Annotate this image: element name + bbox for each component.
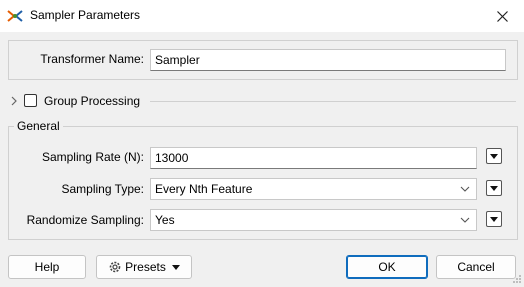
cancel-button-label: Cancel [457,260,495,274]
transformer-name-input[interactable]: Sampler [150,49,506,71]
sampler-icon [6,7,24,25]
gear-icon [109,261,121,273]
window-title: Sampler Parameters [30,8,141,22]
presets-button[interactable]: Presets [96,255,192,279]
ok-button[interactable]: OK [346,255,428,279]
randomize-sampling-label: Randomize Sampling: [26,213,144,227]
triangle-down-icon [490,216,498,222]
triangle-down-icon [171,264,180,270]
sampling-type-menu-button[interactable] [486,180,502,196]
sampling-type-value: Every Nth Feature [155,182,253,196]
sampling-type-select[interactable]: Every Nth Feature [150,178,477,200]
group-processing-label: Group Processing [44,94,141,108]
sampling-type-label: Sampling Type: [61,182,145,196]
randomize-sampling-select[interactable]: Yes [150,209,477,231]
cancel-button[interactable]: Cancel [436,255,516,279]
randomize-sampling-value: Yes [155,213,175,227]
resize-grip-icon[interactable] [512,273,522,283]
help-button[interactable]: Help [8,255,86,279]
close-icon [496,10,508,22]
close-button[interactable] [480,0,524,32]
sampling-rate-input[interactable]: 13000 [150,147,477,169]
transformer-name-label: Transformer Name: [40,52,144,66]
presets-button-label: Presets [125,260,166,274]
general-group-title: General [14,119,63,133]
chevron-down-icon [460,186,470,192]
ok-button-label: OK [378,260,396,274]
sampling-rate-menu-button[interactable] [486,148,502,164]
chevron-down-icon [460,217,470,223]
sampling-rate-label: Sampling Rate (N): [41,150,144,164]
group-processing-checkbox[interactable] [24,94,37,107]
chevron-right-icon[interactable] [10,95,18,106]
triangle-down-icon [490,153,498,159]
help-button-label: Help [34,260,60,274]
triangle-down-icon [490,185,498,191]
randomize-sampling-menu-button[interactable] [486,211,502,227]
group-processing-divider [150,101,516,102]
